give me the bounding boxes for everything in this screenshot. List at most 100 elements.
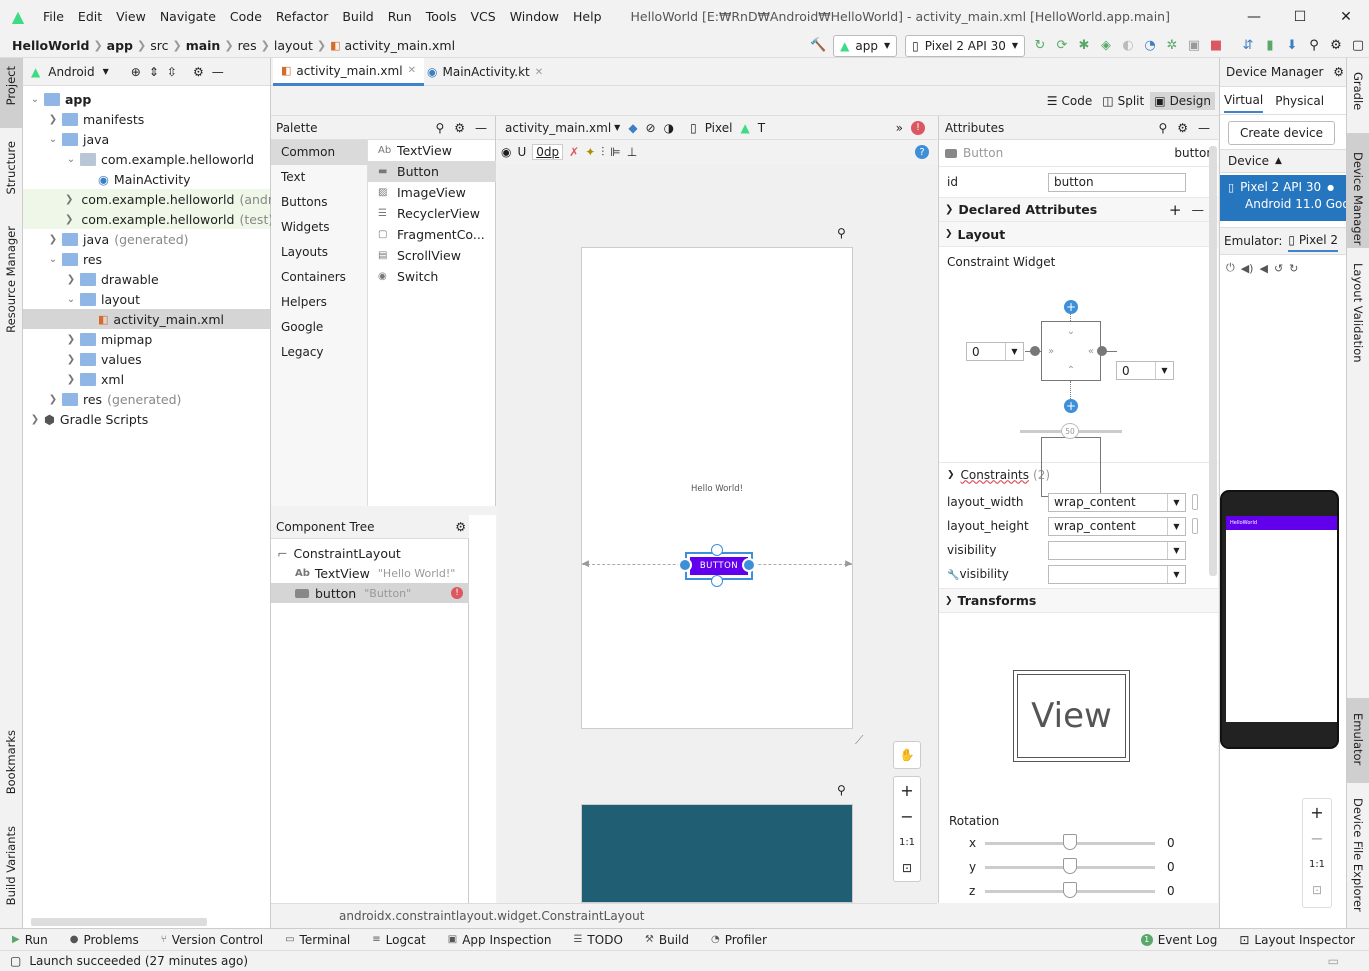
guidelines-icon[interactable]: ⫶ [601, 145, 604, 160]
chevron-right-icon[interactable]: ❯ [47, 394, 59, 405]
left-anchor-handle[interactable] [678, 558, 692, 572]
zoom-out-icon[interactable]: − [1303, 825, 1331, 851]
gear-icon[interactable]: ⚙ [454, 121, 465, 135]
tab-emulator[interactable]: Emulator [1351, 713, 1365, 765]
palette-category-containers[interactable]: Containers [271, 265, 367, 290]
device-column-header[interactable]: Device ▲ [1220, 149, 1346, 173]
tree-item[interactable]: ⌄ res [23, 249, 270, 269]
palette-item[interactable]: ▨ ImageView [368, 182, 496, 203]
apply-code-changes-icon[interactable]: ⟳ [1051, 35, 1073, 57]
zoom-fit-icon[interactable]: ⊡ [894, 855, 920, 881]
menu-item-refactor[interactable]: Refactor [269, 9, 335, 24]
breadcrumb-item[interactable]: layout [270, 38, 317, 53]
rotation-z-knob[interactable] [1063, 882, 1077, 898]
palette-category-legacy[interactable]: Legacy [271, 340, 367, 365]
pan-icon[interactable]: ✋ [893, 741, 921, 769]
tree-item[interactable]: ❯ res (generated) [23, 389, 270, 409]
search-icon[interactable]: ⚲ [435, 121, 444, 135]
volume-up-icon[interactable]: ◀) [1241, 262, 1254, 275]
stop-icon[interactable]: ■ [1205, 35, 1227, 57]
zoom-actual-button[interactable]: 1:1 [894, 829, 920, 855]
tools-visibility-select[interactable]: ▼ [1048, 564, 1186, 584]
chevron-right-icon[interactable]: ❯ [65, 194, 73, 205]
wrench-icon[interactable]: ⚲ [837, 226, 846, 240]
tree-item[interactable]: ❯ manifests [23, 109, 270, 129]
sdk-manager-icon[interactable]: ⬇ [1281, 35, 1303, 57]
gear-icon[interactable]: ⚙ [1333, 65, 1344, 79]
more-icon[interactable]: » [896, 121, 903, 135]
left-margin-select[interactable]: 0 ▼ [966, 342, 1024, 361]
breadcrumb-item[interactable]: res [234, 38, 261, 53]
split-mode-button[interactable]: ◫ Split [1098, 94, 1148, 108]
maximize-icon[interactable]: ☐ [1277, 0, 1323, 33]
status-icon[interactable]: ▢ [10, 954, 21, 968]
chevron-right-icon[interactable]: ❯ [29, 414, 41, 425]
tree-constraint-layout[interactable]: ⌐ ConstraintLayout [271, 543, 468, 563]
breadcrumb-item[interactable]: src [146, 38, 172, 53]
tab-structure[interactable]: Structure [4, 141, 18, 195]
palette-category-helpers[interactable]: Helpers [271, 290, 367, 315]
orientation-icon[interactable]: ⊘ [646, 121, 656, 135]
hide-icon[interactable]: — [212, 65, 224, 79]
infer-constraints-icon[interactable]: ✦ [585, 145, 595, 159]
right-constraint-dot[interactable] [1097, 346, 1107, 356]
chevron-down-icon[interactable]: ⌄ [65, 154, 77, 165]
chevron-right-icon[interactable]: ❯ [65, 374, 77, 385]
rotate-right-icon[interactable]: ↻ [1289, 262, 1298, 275]
declared-attributes-section[interactable]: ❯ Declared Attributes + — [939, 197, 1218, 222]
zoom-in-icon[interactable]: + [1303, 799, 1331, 825]
tab-virtual[interactable]: Virtual [1224, 89, 1264, 113]
chevron-right-icon[interactable]: ❯ [65, 274, 77, 285]
tree-item[interactable]: ❯ drawable [23, 269, 270, 289]
bottom-tab-run[interactable]: ▶ Run [0, 933, 58, 947]
tree-item[interactable]: ❯ ⬢ Gradle Scripts [23, 409, 270, 429]
tree-button[interactable]: button "Button"! [271, 583, 469, 603]
horizontal-scrollbar[interactable] [31, 918, 207, 926]
gear-icon[interactable]: ⚙ [193, 65, 204, 79]
zoom-in-icon[interactable]: + [894, 777, 920, 803]
menu-item-navigate[interactable]: Navigate [153, 9, 223, 24]
chevron-down-icon[interactable]: ⌄ [29, 94, 41, 105]
tree-item[interactable]: ⌄ app [23, 89, 270, 109]
tab-physical[interactable]: Physical [1275, 94, 1324, 108]
rotate-left-icon[interactable]: ↺ [1274, 262, 1283, 275]
memory-indicator-icon[interactable]: ▭ [1328, 954, 1339, 968]
search-icon[interactable]: ⚲ [1303, 35, 1325, 57]
locate-icon[interactable]: ⊕ [131, 65, 141, 79]
palette-category-google[interactable]: Google [271, 315, 367, 340]
resource-picker[interactable] [1192, 494, 1198, 510]
chevron-right-icon[interactable]: ❯ [65, 334, 77, 345]
chevron-down-icon[interactable]: ▼ [614, 123, 620, 132]
tree-item[interactable]: ⌄ com.example.helloworld [23, 149, 270, 169]
tab-device-file-explorer[interactable]: Device File Explorer [1351, 798, 1365, 912]
palette-category-buttons[interactable]: Buttons [271, 190, 367, 215]
tree-item[interactable]: ❯ mipmap [23, 329, 270, 349]
debug-icon[interactable]: ✱ [1073, 35, 1095, 57]
right-margin-select[interactable]: 0 ▼ [1116, 361, 1174, 380]
bottom-tab-build[interactable]: ⚒ Build [633, 933, 699, 947]
tree-item[interactable]: ⌄ layout [23, 289, 270, 309]
gear-icon[interactable]: ⚙ [1177, 121, 1188, 135]
hide-icon[interactable]: — [1198, 121, 1210, 135]
bottom-tab-version-control[interactable]: ⑂ Version Control [149, 933, 273, 947]
error-icon[interactable]: ! [451, 587, 463, 599]
zoom-actual-button[interactable]: 1:1 [1303, 851, 1331, 877]
code-mode-button[interactable]: ☰ Code [1043, 94, 1097, 108]
tab-activity-main[interactable]: ◧ activity_main.xml ✕ [273, 58, 424, 86]
chevron-down-icon[interactable]: ⌄ [47, 134, 59, 145]
breadcrumb-item[interactable]: HelloWorld [8, 38, 93, 53]
top-anchor-handle[interactable] [711, 544, 723, 556]
palette-item[interactable]: ◉ Switch [368, 266, 496, 287]
attributes-scrollbar[interactable] [1209, 146, 1217, 576]
tab-build-variants[interactable]: Build Variants [4, 826, 18, 905]
palette-category-text[interactable]: Text [271, 165, 367, 190]
baseline-icon[interactable]: ⊥ [627, 145, 637, 159]
profile-icon[interactable]: ◔ [1139, 35, 1161, 57]
menu-item-vcs[interactable]: VCS [464, 9, 503, 24]
chevron-right-icon[interactable]: ❯ [65, 214, 73, 225]
layout-height-select[interactable]: wrap_content ▼ [1048, 516, 1186, 536]
chevron-right-icon[interactable]: ❯ [47, 234, 59, 245]
tree-item[interactable]: ❯ values [23, 349, 270, 369]
design-surface-icon[interactable]: ◆ [628, 121, 637, 135]
rotation-x-knob[interactable] [1063, 834, 1077, 850]
